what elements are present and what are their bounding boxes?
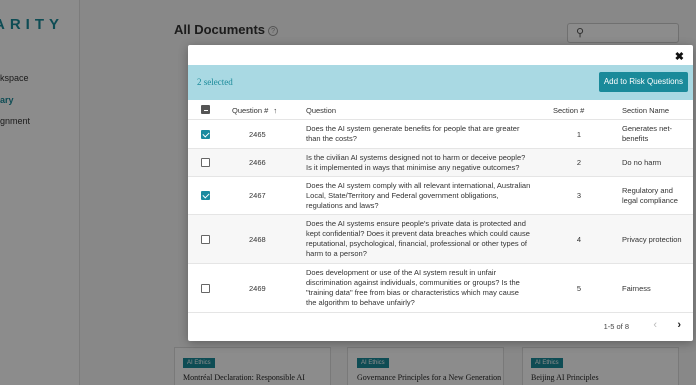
column-question: Question	[306, 106, 337, 115]
table-header: Question # ↑ Question Section # Section …	[188, 100, 693, 120]
selected-count: 2 selected	[197, 77, 233, 87]
table-row[interactable]: 2465 Does the AI system generate benefit…	[188, 120, 693, 149]
table-row[interactable]: 2467 Does the AI system comply with all …	[188, 177, 693, 215]
row-checkbox[interactable]	[201, 235, 210, 244]
pagination-info: 1-5 of 8	[603, 322, 629, 331]
table-footer: 1-5 of 8 ‹ ›	[188, 313, 693, 341]
question-text: Does development or use of the AI system…	[306, 268, 520, 307]
section-number: 4	[576, 235, 582, 244]
row-checkbox[interactable]	[201, 158, 210, 167]
row-checkbox[interactable]	[201, 130, 210, 139]
row-checkbox[interactable]	[201, 284, 210, 293]
section-name: Fairness	[622, 284, 651, 293]
section-name: Privacy protection	[622, 235, 682, 244]
close-icon[interactable]: ✖	[675, 50, 684, 63]
question-text: Does the AI system comply with all relev…	[306, 181, 531, 210]
table-row[interactable]: 2469 Does development or use of the AI s…	[188, 264, 693, 313]
section-number: 5	[576, 284, 582, 293]
row-checkbox[interactable]	[201, 191, 210, 200]
question-id: 2465	[249, 130, 266, 139]
select-all-checkbox[interactable]	[201, 105, 210, 114]
section-name: Regulatory and legal compliance	[622, 186, 678, 205]
column-section-no: Section #	[553, 106, 585, 115]
column-section-name: Section Name	[622, 106, 670, 115]
section-number: 2	[576, 158, 582, 167]
column-question-no-label: Question #	[232, 106, 269, 115]
questions-table: Question # ↑ Question Section # Section …	[188, 100, 693, 313]
table-row[interactable]: 2468 Does the AI systems ensure people's…	[188, 215, 693, 264]
chevron-left-icon[interactable]: ‹	[653, 319, 657, 331]
section-name: Generates net-benefits	[622, 124, 673, 143]
question-picker-dialog: ✖ 2 selected Add to Risk Questions Quest…	[188, 45, 693, 341]
section-name: Do no harm	[622, 158, 662, 167]
chevron-right-icon[interactable]: ›	[677, 319, 681, 331]
question-text: Does the AI system generate benefits for…	[306, 124, 520, 143]
question-id: 2466	[249, 158, 266, 167]
question-id: 2468	[249, 235, 266, 244]
section-number: 3	[576, 191, 582, 200]
add-to-risk-questions-button[interactable]: Add to Risk Questions	[598, 72, 688, 92]
sort-ascending-icon[interactable]: ↑	[273, 106, 277, 115]
selection-bar: 2 selected Add to Risk Questions	[188, 65, 693, 100]
question-id: 2467	[249, 191, 266, 200]
question-text: Does the AI systems ensure people's priv…	[306, 219, 530, 258]
column-question-no[interactable]: Question # ↑	[232, 106, 277, 115]
section-number: 1	[576, 130, 582, 139]
question-text: Is the civilian AI systems designed not …	[306, 153, 526, 172]
question-id: 2469	[249, 284, 266, 293]
table-row[interactable]: 2466 Is the civilian AI systems designed…	[188, 149, 693, 177]
